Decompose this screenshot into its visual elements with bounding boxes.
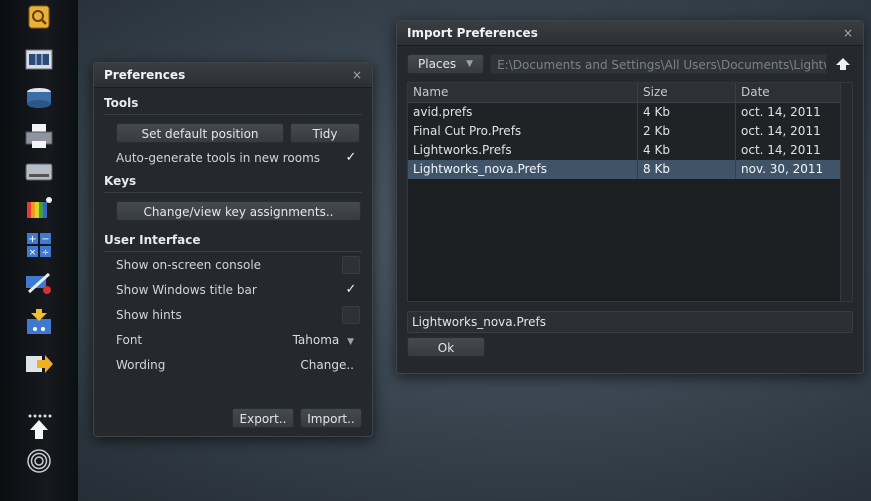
wording-change-button[interactable]: Change.. xyxy=(300,358,360,372)
file-date: nov. 30, 2011 xyxy=(736,160,842,179)
up-folder-icon[interactable] xyxy=(833,54,853,74)
chevron-down-icon: ▼ xyxy=(466,59,474,69)
ok-button[interactable]: Ok xyxy=(407,337,485,357)
user-interface-heading: User Interface xyxy=(104,233,362,252)
preferences-titlebar[interactable]: Preferences × xyxy=(94,63,372,88)
color-bars-icon[interactable] xyxy=(22,194,56,222)
import-preferences-panel: Import Preferences × Places ▼ E:\Documen… xyxy=(396,20,864,374)
chevron-down-icon: ▼ xyxy=(347,336,354,347)
export-icon[interactable] xyxy=(22,309,56,337)
close-icon[interactable]: × xyxy=(352,68,362,82)
keys-section: Keys Change/view key assignments.. xyxy=(94,174,372,221)
tool-bar: + − × ÷ xyxy=(0,0,78,501)
auto-generate-label: Auto-generate tools in new rooms xyxy=(116,150,321,165)
file-list: Name Size Date avid.prefs 4 Kb oct. 14, … xyxy=(407,82,853,302)
svg-text:−: − xyxy=(41,234,49,245)
razor-icon[interactable] xyxy=(22,270,56,298)
show-title-bar-label: Show Windows title bar xyxy=(116,282,257,297)
user-interface-section: User Interface Show on-screen console Sh… xyxy=(94,233,372,377)
file-name: Lightworks.Prefs xyxy=(408,141,638,160)
file-size: 2 Kb xyxy=(638,122,736,141)
places-dropdown[interactable]: Places ▼ xyxy=(407,54,485,74)
exit-arrow-icon[interactable] xyxy=(22,350,56,378)
column-date[interactable]: Date xyxy=(736,83,842,102)
search-icon[interactable] xyxy=(22,4,56,32)
close-icon[interactable]: × xyxy=(843,26,853,40)
font-label: Font xyxy=(116,332,143,347)
font-value: Tahoma xyxy=(292,332,340,347)
preferences-panel: Preferences × Tools Set default position… xyxy=(93,62,373,437)
wording-label: Wording xyxy=(116,357,166,372)
file-row[interactable]: avid.prefs 4 Kb oct. 14, 2011 xyxy=(408,103,852,122)
column-size[interactable]: Size xyxy=(638,83,736,102)
show-console-checkbox[interactable] xyxy=(342,255,360,274)
import-button[interactable]: Import.. xyxy=(300,408,362,428)
path-field[interactable]: E:\Documents and Settings\All Users\Docu… xyxy=(490,54,827,74)
set-default-position-button[interactable]: Set default position xyxy=(116,123,284,143)
file-name: Final Cut Pro.Prefs xyxy=(408,122,638,141)
file-date: oct. 14, 2011 xyxy=(736,103,842,122)
change-key-assignments-button[interactable]: Change/view key assignments.. xyxy=(116,201,361,221)
tools-section: Tools Set default position Tidy Auto-gen… xyxy=(94,96,372,170)
svg-text:÷: ÷ xyxy=(42,248,50,258)
upload-icon[interactable] xyxy=(22,413,56,441)
import-title: Import Preferences xyxy=(407,26,538,40)
font-row: Font Tahoma ▼ xyxy=(104,327,362,352)
keys-heading: Keys xyxy=(104,174,362,193)
file-row[interactable]: Lightworks.Prefs 4 Kb oct. 14, 2011 xyxy=(408,141,852,160)
viewer-grid-icon[interactable] xyxy=(22,46,56,74)
show-console-row[interactable]: Show on-screen console xyxy=(104,252,362,277)
filename-field[interactable]: Lightworks_nova.Prefs xyxy=(407,311,853,333)
column-name[interactable]: Name xyxy=(408,83,638,102)
file-name: avid.prefs xyxy=(408,103,638,122)
scrollbar[interactable] xyxy=(840,83,852,301)
show-title-bar-row[interactable]: Show Windows title bar ✓ xyxy=(104,277,362,302)
drive-icon[interactable] xyxy=(22,158,56,186)
wording-row: Wording Change.. xyxy=(104,352,362,377)
printer-icon[interactable] xyxy=(22,122,56,150)
calculator-icon[interactable]: + − × ÷ xyxy=(22,231,56,259)
auto-generate-checkbox[interactable]: ✓ xyxy=(342,149,360,167)
file-list-header: Name Size Date xyxy=(408,83,852,103)
stack-icon[interactable] xyxy=(22,84,56,112)
file-size: 4 Kb xyxy=(638,141,736,160)
preferences-title: Preferences xyxy=(104,68,186,82)
show-title-bar-checkbox[interactable]: ✓ xyxy=(342,281,360,299)
svg-text:×: × xyxy=(29,248,37,258)
file-date: oct. 14, 2011 xyxy=(736,141,842,160)
fingerprint-icon[interactable] xyxy=(22,447,56,475)
tidy-button[interactable]: Tidy xyxy=(290,123,360,143)
show-hints-row[interactable]: Show hints xyxy=(104,302,362,327)
tools-heading: Tools xyxy=(104,96,362,115)
file-date: oct. 14, 2011 xyxy=(736,122,842,141)
show-hints-label: Show hints xyxy=(116,307,182,322)
import-titlebar[interactable]: Import Preferences × xyxy=(397,21,863,46)
show-console-label: Show on-screen console xyxy=(116,257,262,272)
file-size: 4 Kb xyxy=(638,103,736,122)
places-label: Places xyxy=(418,57,457,71)
show-hints-checkbox[interactable] xyxy=(342,305,360,324)
export-button[interactable]: Export.. xyxy=(232,408,294,428)
places-bar: Places ▼ E:\Documents and Settings\All U… xyxy=(397,46,863,80)
file-row[interactable]: Final Cut Pro.Prefs 2 Kb oct. 14, 2011 xyxy=(408,122,852,141)
file-size: 8 Kb xyxy=(638,160,736,179)
auto-generate-row[interactable]: Auto-generate tools in new rooms ✓ xyxy=(104,145,362,170)
file-name: Lightworks_nova.Prefs xyxy=(408,160,638,179)
file-row-selected[interactable]: Lightworks_nova.Prefs 8 Kb nov. 30, 2011 xyxy=(408,160,852,179)
font-select[interactable]: Tahoma ▼ xyxy=(293,333,360,347)
svg-text:+: + xyxy=(28,234,36,245)
